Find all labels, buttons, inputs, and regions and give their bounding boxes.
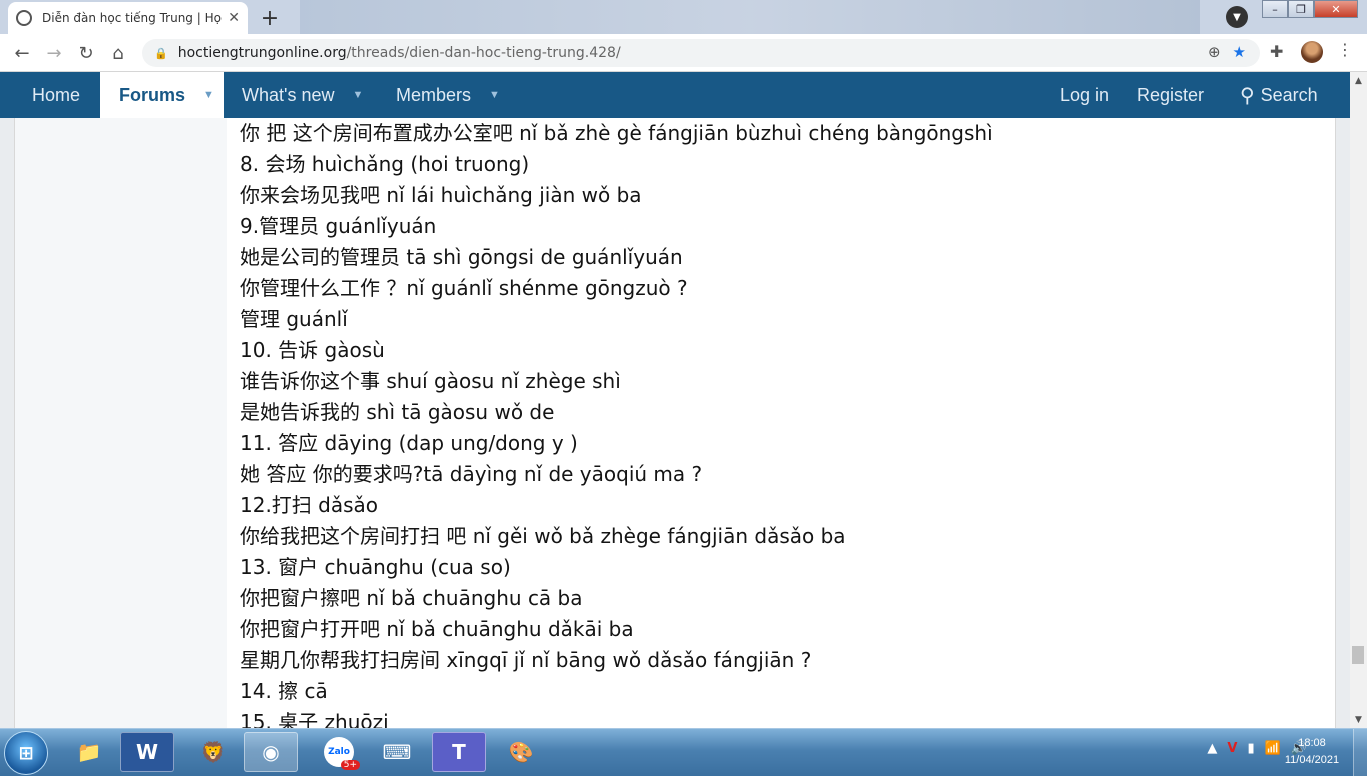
search-label: Search xyxy=(1260,84,1318,105)
extensions-puzzle-icon[interactable]: ✚ xyxy=(1270,42,1283,61)
brave-browser-icon[interactable]: 🦁 xyxy=(186,732,240,772)
post-text-line: 星期几你帮我打扫房间 xīngqī jǐ nǐ bāng wǒ dǎsǎo fá… xyxy=(240,648,812,672)
post-text-line: 10. 告诉 gàosù xyxy=(240,338,385,362)
windows-taskbar: ⊞ 📁 W 🦁 ◉ Zalo 5+ ⌨ T 🎨 ▲ V ▮ 📶 🔊 18:08 … xyxy=(0,728,1367,776)
window-controls: – ❐ ✕ xyxy=(1262,0,1358,20)
search-icon: ⚲ xyxy=(1240,84,1255,107)
scrollbar-thumb[interactable] xyxy=(1352,646,1364,664)
post-text-line: 你管理什么工作 ？nǐ guánlǐ shénme gōngzuò ? xyxy=(240,276,688,300)
battery-icon[interactable]: ▮ xyxy=(1247,741,1254,756)
nav-home-label: Home xyxy=(32,84,81,105)
start-button[interactable]: ⊞ xyxy=(4,731,48,775)
post-text-line: 11. 答应 dāying (dap ung/dong y ) xyxy=(240,431,578,455)
address-bar[interactable]: 🔒 hoctiengtrungonline.org/threads/dien-d… xyxy=(142,39,1260,67)
browser-tab-active[interactable]: Diễn đàn học tiếng Trung | Học t ✕ xyxy=(8,2,248,34)
post-text-line: 是她告诉我的 shì tā gàosu wǒ de xyxy=(240,400,555,424)
paint-icon[interactable]: 🎨 xyxy=(494,732,548,772)
post-text-line: 管理 guánlǐ xyxy=(240,307,348,331)
login-label: Log in xyxy=(1060,84,1110,105)
nav-forums[interactable]: Forums ▼ xyxy=(100,72,224,118)
globe-icon xyxy=(16,10,32,26)
back-icon[interactable]: ← xyxy=(10,41,34,65)
chevron-down-icon[interactable]: ▼ xyxy=(203,89,214,101)
post-text-line: 8. 会场 huìchǎng (hoi truong) xyxy=(240,152,530,176)
bookmark-star-icon[interactable]: ★ xyxy=(1233,43,1246,61)
zoom-icon[interactable]: ⊕ xyxy=(1208,43,1221,61)
post-user-column xyxy=(15,118,227,728)
tab-search-icon[interactable]: ▼ xyxy=(1226,6,1248,28)
post-text-line: 你把窗户打开吧 nǐ bǎ chuānghu dǎkāi ba xyxy=(240,617,634,641)
post-text-line: 14. 擦 cā xyxy=(240,679,328,703)
zalo-icon[interactable]: Zalo 5+ xyxy=(312,732,366,772)
nav-forums-label: Forums xyxy=(119,84,186,105)
chevron-down-icon[interactable]: ▼ xyxy=(352,89,363,101)
post-text-line: 你 把 这个房间布置成办公室吧 nǐ bǎ zhè gè fángjiān bù… xyxy=(240,121,993,145)
page-content: 你 把 这个房间布置成办公室吧 nǐ bǎ zhè gè fángjiān bù… xyxy=(0,118,1350,734)
post-text-line: 9.管理员 guánlǐyuán xyxy=(240,214,437,238)
post-text-line: 你给我把这个房间打扫 吧 nǐ gěi wǒ bǎ zhège fángjiān… xyxy=(240,524,846,548)
browser-menu-icon[interactable]: ⋮ xyxy=(1337,40,1353,59)
nav-home[interactable]: Home xyxy=(16,72,96,118)
post-text-line: 12.打扫 dǎsǎo xyxy=(240,493,379,517)
post-body: 你 把 这个房间布置成办公室吧 nǐ bǎ zhè gè fángjiān bù… xyxy=(240,118,993,738)
nav-whats-new[interactable]: What's new ▼ xyxy=(242,72,363,118)
forum-navigation-bar: Home Forums ▼ What's new ▼ Members ▼ Log… xyxy=(0,72,1350,118)
new-tab-button[interactable]: + xyxy=(256,4,284,32)
show-hidden-icons[interactable]: ▲ xyxy=(1207,741,1217,756)
lock-icon[interactable]: 🔒 xyxy=(154,47,168,60)
antivirus-icon[interactable]: V xyxy=(1227,741,1237,756)
keyboard-app-icon[interactable]: ⌨ xyxy=(370,732,424,772)
chrome-icon[interactable]: ◉ xyxy=(244,732,298,772)
scroll-down-arrow-icon[interactable]: ▼ xyxy=(1350,711,1367,728)
nav-members[interactable]: Members ▼ xyxy=(396,72,500,118)
url-host: hoctiengtrungonline.org xyxy=(177,45,347,61)
system-clock[interactable]: 18:08 11/04/2021 xyxy=(1280,735,1344,769)
post-container: 你 把 这个房间布置成办公室吧 nǐ bǎ zhè gè fángjiān bù… xyxy=(14,118,1336,734)
profile-avatar[interactable] xyxy=(1301,41,1323,63)
file-explorer-icon[interactable]: 📁 xyxy=(62,732,116,772)
nav-whats-new-label: What's new xyxy=(242,84,335,105)
teams-icon[interactable]: T xyxy=(432,732,486,772)
home-icon[interactable]: ⌂ xyxy=(106,41,130,65)
url-path: /threads/dien-dan-hoc-tieng-trung.428/ xyxy=(346,45,621,61)
scroll-up-arrow-icon[interactable]: ▲ xyxy=(1350,72,1367,89)
background-tabs-blurred xyxy=(300,0,1200,34)
clock-date: 11/04/2021 xyxy=(1284,754,1340,766)
notification-badge: 5+ xyxy=(340,760,360,770)
post-text-line: 谁告诉你这个事 shuí gàosu nǐ zhège shì xyxy=(240,369,621,393)
browser-toolbar: ← → ↻ ⌂ 🔒 hoctiengtrungonline.org/thread… xyxy=(0,34,1367,72)
network-signal-icon[interactable]: 📶 xyxy=(1265,741,1281,756)
post-text-line: 你把窗户擦吧 nǐ bǎ chuānghu cā ba xyxy=(240,586,583,610)
close-tab-icon[interactable]: ✕ xyxy=(228,10,240,26)
login-link[interactable]: Log in xyxy=(1060,72,1109,118)
browser-tab-strip: Diễn đàn học tiếng Trung | Học t ✕ + ▼ –… xyxy=(0,0,1367,34)
register-link[interactable]: Register xyxy=(1137,72,1204,118)
forward-icon[interactable]: → xyxy=(42,41,66,65)
tab-title: Diễn đàn học tiếng Trung | Học t xyxy=(42,11,223,25)
post-text-line: 13. 窗户 chuānghu (cua so) xyxy=(240,555,511,579)
minimize-icon[interactable]: – xyxy=(1262,0,1288,18)
maximize-icon[interactable]: ❐ xyxy=(1288,0,1314,18)
register-label: Register xyxy=(1137,84,1205,105)
nav-members-label: Members xyxy=(396,84,472,105)
word-icon[interactable]: W xyxy=(120,732,174,772)
page-scrollbar[interactable] xyxy=(1350,72,1367,728)
post-text-line: 你来会场见我吧 nǐ lái huìchǎng jiàn wǒ ba xyxy=(240,183,642,207)
search-button[interactable]: ⚲ Search xyxy=(1240,72,1318,118)
chevron-down-icon[interactable]: ▼ xyxy=(489,89,500,101)
close-window-icon[interactable]: ✕ xyxy=(1314,0,1358,18)
post-text-line: 她 答应 你的要求吗?tā dāyìng nǐ de yāoqiú ma ? xyxy=(240,462,703,486)
clock-time: 18:08 xyxy=(1298,737,1326,749)
post-text-line: 她是公司的管理员 tā shì gōngsi de guánlǐyuán xyxy=(240,245,683,269)
reload-icon[interactable]: ↻ xyxy=(74,41,98,65)
show-desktop-button[interactable] xyxy=(1353,729,1367,776)
